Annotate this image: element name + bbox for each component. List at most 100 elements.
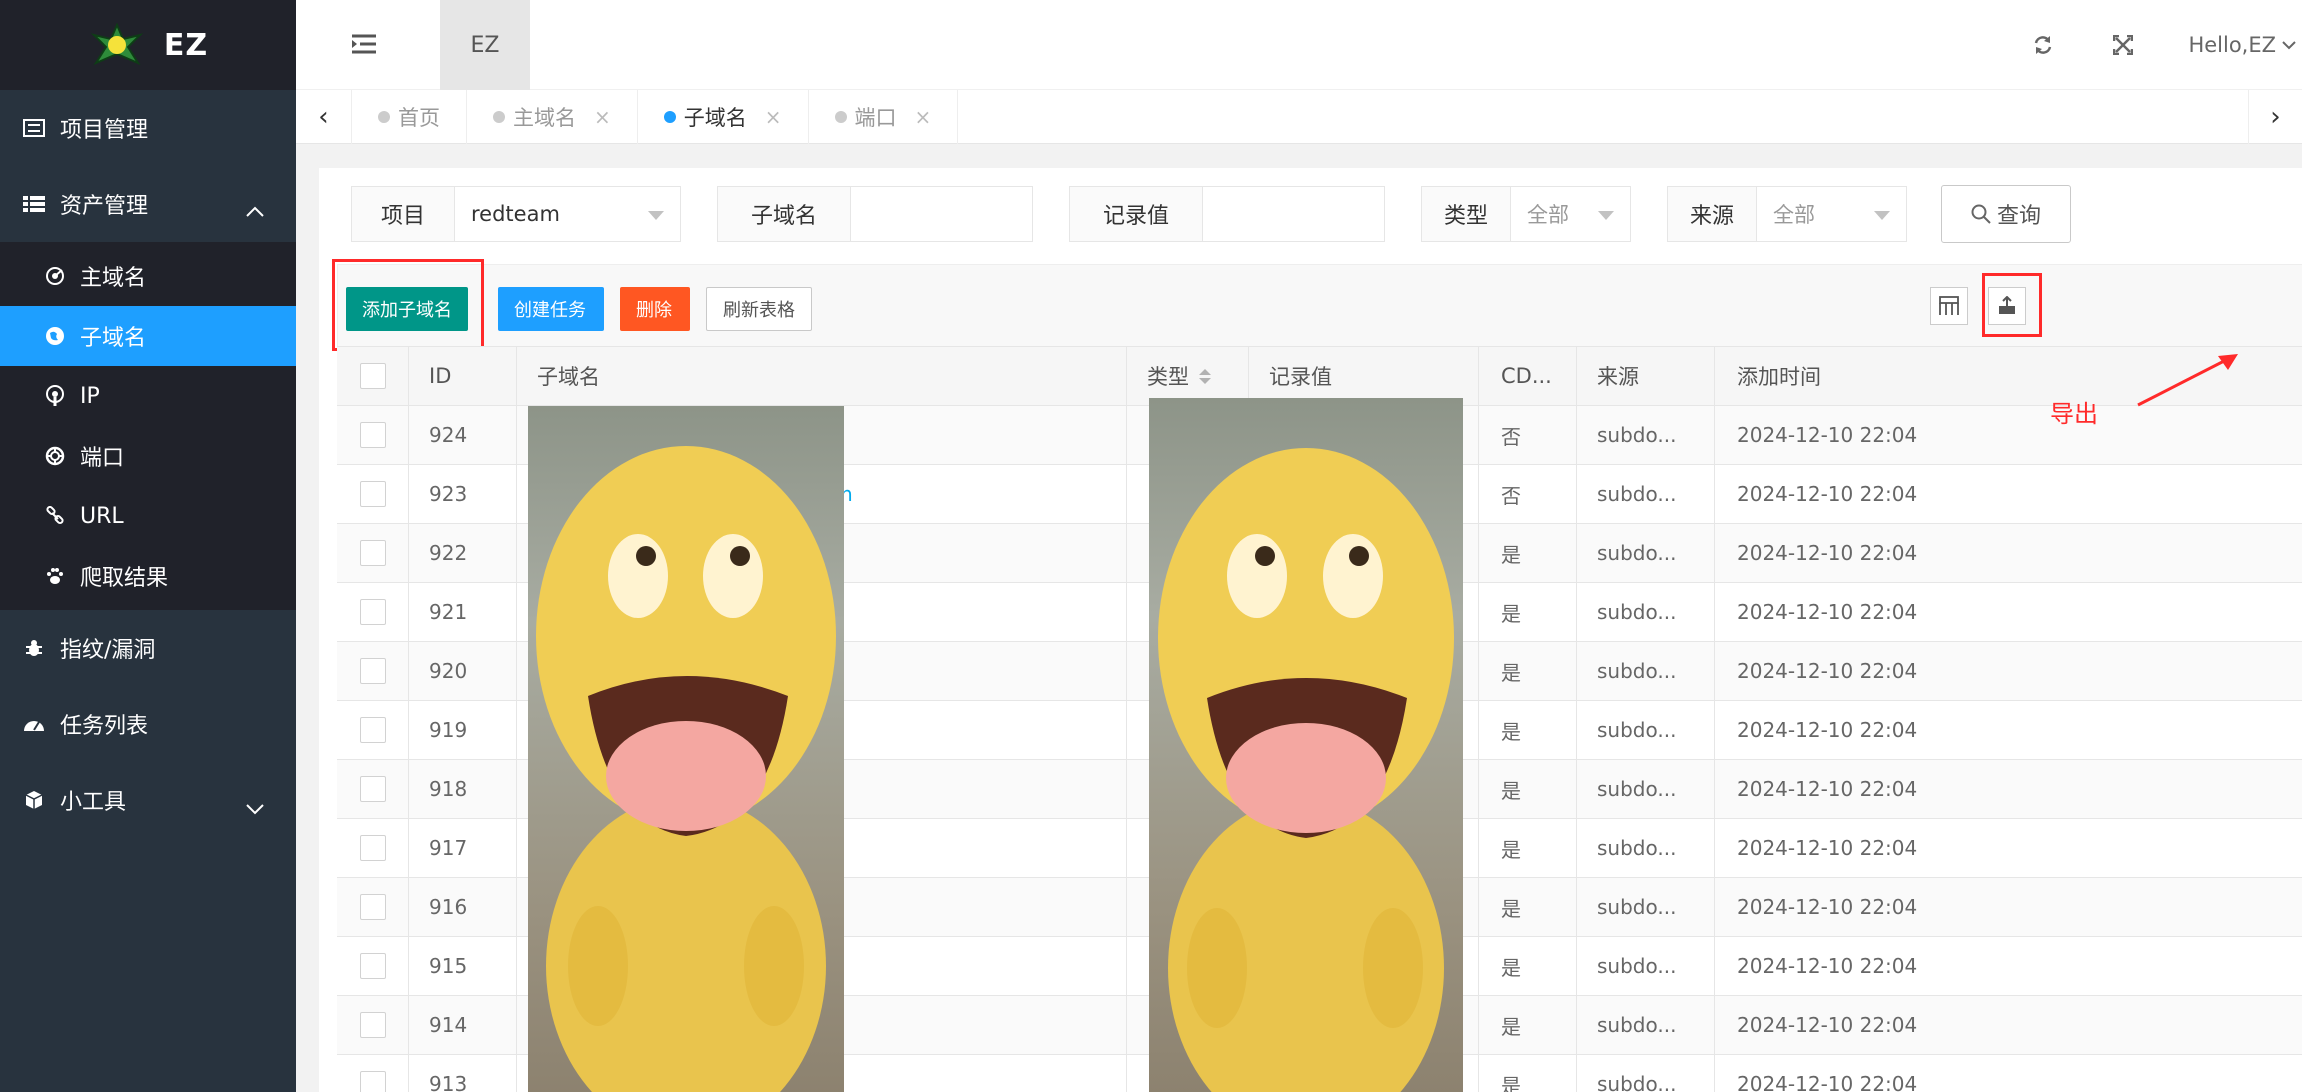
tab-label: 首页 bbox=[398, 106, 440, 130]
subdomain-filter: 子域名 bbox=[717, 186, 1033, 242]
record-label: 记录值 bbox=[1069, 186, 1203, 242]
page-tabs-bar: ‹ 首页 主域名 × 子域名 × 端口 × › bbox=[296, 90, 2302, 144]
sidebar-item-crawl-results[interactable]: 爬取结果 bbox=[0, 546, 296, 606]
tab-port[interactable]: 端口 × bbox=[809, 90, 959, 144]
row-cdn: 是 bbox=[1479, 583, 1577, 641]
row-checkbox[interactable] bbox=[359, 717, 386, 743]
header-tab-ez[interactable]: EZ bbox=[440, 0, 530, 90]
column-record[interactable]: 记录值 bbox=[1249, 347, 1479, 405]
add-subdomain-button[interactable]: 添加子域名 bbox=[346, 287, 468, 331]
menu-toggle-icon[interactable] bbox=[352, 33, 376, 59]
fullscreen-icon[interactable] bbox=[2098, 35, 2148, 55]
tab-dot bbox=[663, 111, 676, 123]
row-checkbox[interactable] bbox=[359, 422, 386, 448]
dashboard-icon bbox=[22, 712, 46, 736]
column-type-label: 类型 bbox=[1147, 365, 1189, 389]
row-checkbox[interactable] bbox=[359, 481, 386, 507]
sidebar-item-port[interactable]: 端口 bbox=[0, 426, 296, 486]
row-cdn: 是 bbox=[1479, 937, 1577, 995]
row-id: 916 bbox=[409, 878, 517, 936]
source-filter: 来源 全部 bbox=[1667, 186, 1907, 242]
delete-button[interactable]: 删除 bbox=[620, 287, 690, 331]
tab-dot bbox=[834, 111, 847, 123]
create-task-button[interactable]: 创建任务 bbox=[498, 287, 604, 331]
sidebar-item-label: 子域名 bbox=[80, 326, 147, 351]
close-icon[interactable]: × bbox=[765, 105, 782, 129]
tab-main-domain[interactable]: 主域名 × bbox=[467, 90, 638, 144]
tabs-scroll-left-icon[interactable]: ‹ bbox=[296, 90, 352, 144]
row-select-cell bbox=[337, 996, 409, 1054]
sidebar-item-task-list[interactable]: 任务列表 bbox=[0, 686, 296, 762]
row-checkbox[interactable] bbox=[359, 599, 386, 625]
row-cdn: 是 bbox=[1479, 524, 1577, 582]
sidebar-item-label: 端口 bbox=[80, 446, 125, 471]
row-checkbox[interactable] bbox=[359, 953, 386, 979]
project-value: redteam bbox=[471, 202, 560, 226]
tab-label: 端口 bbox=[854, 106, 897, 130]
sidebar-item-url[interactable]: URL bbox=[0, 486, 296, 546]
row-id: 914 bbox=[409, 996, 517, 1054]
column-subdomain[interactable]: 子域名 bbox=[517, 347, 1127, 405]
sidebar-item-ip[interactable]: IP bbox=[0, 366, 296, 426]
row-select-cell bbox=[337, 465, 409, 523]
row-checkbox[interactable] bbox=[359, 1071, 386, 1092]
list-icon bbox=[22, 116, 46, 140]
sidebar-item-projects[interactable]: 项目管理 bbox=[0, 90, 296, 166]
row-select-cell bbox=[337, 760, 409, 818]
chevron-up-icon bbox=[246, 198, 264, 223]
select-all-checkbox[interactable] bbox=[359, 363, 386, 389]
sidebar-item-subdomain[interactable]: 子域名 bbox=[0, 306, 296, 366]
sort-icon[interactable] bbox=[1199, 368, 1211, 384]
row-source: subdo... bbox=[1577, 819, 1715, 877]
type-value: 全部 bbox=[1527, 203, 1569, 227]
sidebar-item-fingerprint-vuln[interactable]: 指纹/漏洞 bbox=[0, 610, 296, 686]
refresh-icon[interactable] bbox=[2018, 35, 2068, 55]
row-added-time: 2024-12-10 22:04 bbox=[1737, 482, 1918, 506]
close-icon[interactable]: × bbox=[915, 105, 932, 129]
row-id: 918 bbox=[409, 760, 517, 818]
filter-form: 项目 redteam 子域名 记录值 类型 全部 来源 全部 查询 bbox=[351, 185, 2071, 243]
row-checkbox[interactable] bbox=[359, 835, 386, 861]
row-select-cell bbox=[337, 701, 409, 759]
user-menu[interactable]: Hello,EZ bbox=[2188, 33, 2296, 57]
export-icon[interactable] bbox=[1988, 287, 2026, 325]
row-added-time: 2024-12-10 22:04 bbox=[1737, 954, 1918, 978]
row-id: 922 bbox=[409, 524, 517, 582]
tabs-scroll-right-icon[interactable]: › bbox=[2248, 90, 2302, 144]
row-id: 920 bbox=[409, 642, 517, 700]
sidebar-item-label: 指纹/漏洞 bbox=[60, 638, 156, 663]
columns-filter-icon[interactable] bbox=[1930, 287, 1968, 325]
row-checkbox[interactable] bbox=[359, 540, 386, 566]
tab-home[interactable]: 首页 bbox=[352, 90, 467, 144]
tab-dot bbox=[493, 111, 505, 123]
type-filter: 类型 全部 bbox=[1421, 186, 1631, 242]
close-icon[interactable]: × bbox=[594, 105, 611, 129]
row-source: subdo... bbox=[1577, 878, 1715, 936]
column-type[interactable]: 类型 bbox=[1127, 347, 1249, 405]
row-checkbox[interactable] bbox=[359, 776, 386, 802]
row-checkbox[interactable] bbox=[359, 658, 386, 684]
row-select-cell bbox=[337, 583, 409, 641]
top-header: EZ Hello,EZ bbox=[296, 0, 2302, 90]
refresh-table-button[interactable]: 刷新表格 bbox=[706, 287, 812, 331]
sidebar-item-assets[interactable]: 资产管理 bbox=[0, 166, 296, 242]
sidebar-item-main-domain[interactable]: 主域名 bbox=[0, 246, 296, 306]
row-cdn: 是 bbox=[1479, 878, 1577, 936]
row-checkbox[interactable] bbox=[359, 1012, 386, 1038]
query-button[interactable]: 查询 bbox=[1941, 185, 2071, 243]
row-cdn: 否 bbox=[1479, 465, 1577, 523]
type-select[interactable]: 全部 bbox=[1511, 186, 1631, 242]
project-label: 项目 bbox=[351, 186, 455, 242]
project-select[interactable]: redteam bbox=[455, 186, 681, 242]
source-select[interactable]: 全部 bbox=[1757, 186, 1907, 242]
sidebar-item-tools[interactable]: 小工具 bbox=[0, 762, 296, 838]
column-id[interactable]: ID bbox=[409, 347, 517, 405]
row-added-time: 2024-12-10 22:04 bbox=[1737, 895, 1918, 919]
column-source[interactable]: 来源 bbox=[1577, 347, 1715, 405]
record-input[interactable] bbox=[1203, 186, 1385, 242]
subdomain-input[interactable] bbox=[851, 186, 1033, 242]
column-cdn[interactable]: CD... bbox=[1479, 347, 1577, 405]
row-checkbox[interactable] bbox=[359, 894, 386, 920]
sidebar-item-label: URL bbox=[80, 503, 124, 529]
tab-subdomain[interactable]: 子域名 × bbox=[638, 90, 809, 144]
